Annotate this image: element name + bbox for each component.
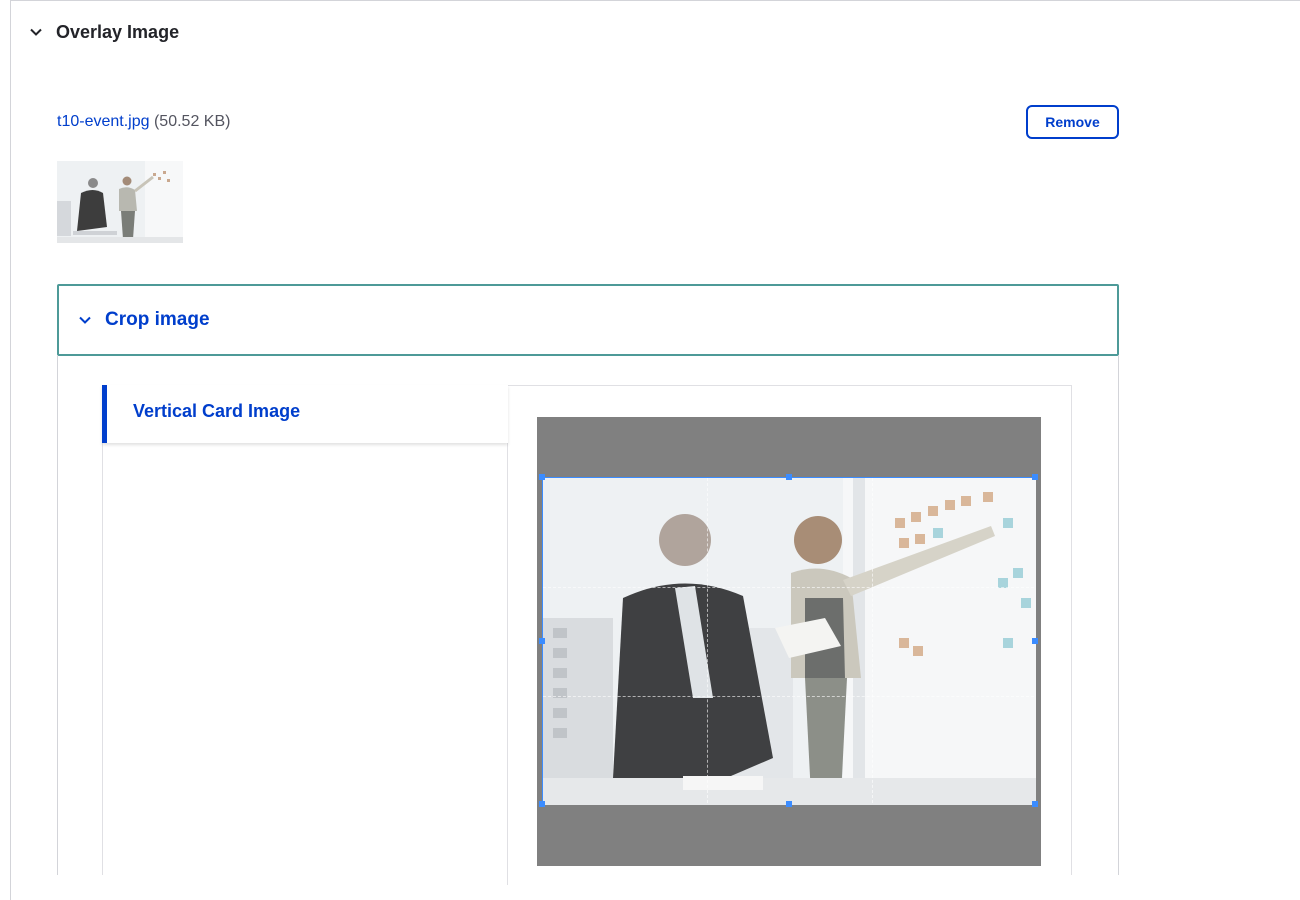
crop-image-preview <box>543 478 1036 805</box>
crop-guide <box>543 587 1034 588</box>
crop-selection[interactable] <box>539 474 1038 807</box>
chevron-down-icon <box>79 316 91 324</box>
remove-button[interactable]: Remove <box>1026 105 1119 139</box>
overlay-image-toggle[interactable]: Overlay Image <box>28 16 179 48</box>
crop-handle-se[interactable] <box>1032 801 1038 807</box>
tab-label: Vertical Card Image <box>133 400 301 421</box>
crop-guide <box>543 696 1034 697</box>
file-link[interactable]: t10-event.jpg <box>57 113 150 130</box>
file-info: t10-event.jpg (50.52 KB) <box>57 113 230 131</box>
crop-guide <box>872 478 873 803</box>
crop-handle-n[interactable] <box>786 474 792 480</box>
crop-image-toggle[interactable]: Crop image <box>57 284 1119 356</box>
file-row: t10-event.jpg (50.52 KB) Remove <box>57 105 1119 139</box>
file-size: (50.52 KB) <box>153 113 231 130</box>
image-thumbnail <box>57 161 183 243</box>
crop-handle-ne[interactable] <box>1032 474 1038 480</box>
vertical-tabs-list <box>102 385 508 885</box>
tab-vertical-card-image[interactable]: Vertical Card Image <box>102 385 508 443</box>
crop-handle-w[interactable] <box>539 638 545 644</box>
crop-guide <box>707 478 708 803</box>
crop-handle-e[interactable] <box>1032 638 1038 644</box>
crop-handle-s[interactable] <box>786 801 792 807</box>
overlay-image-title: Overlay Image <box>56 21 180 42</box>
crop-handle-nw[interactable] <box>539 474 545 480</box>
crop-canvas <box>537 417 1041 866</box>
crop-handle-sw[interactable] <box>539 801 545 807</box>
crop-image-title: Crop image <box>105 309 210 330</box>
chevron-down-icon <box>30 28 42 36</box>
